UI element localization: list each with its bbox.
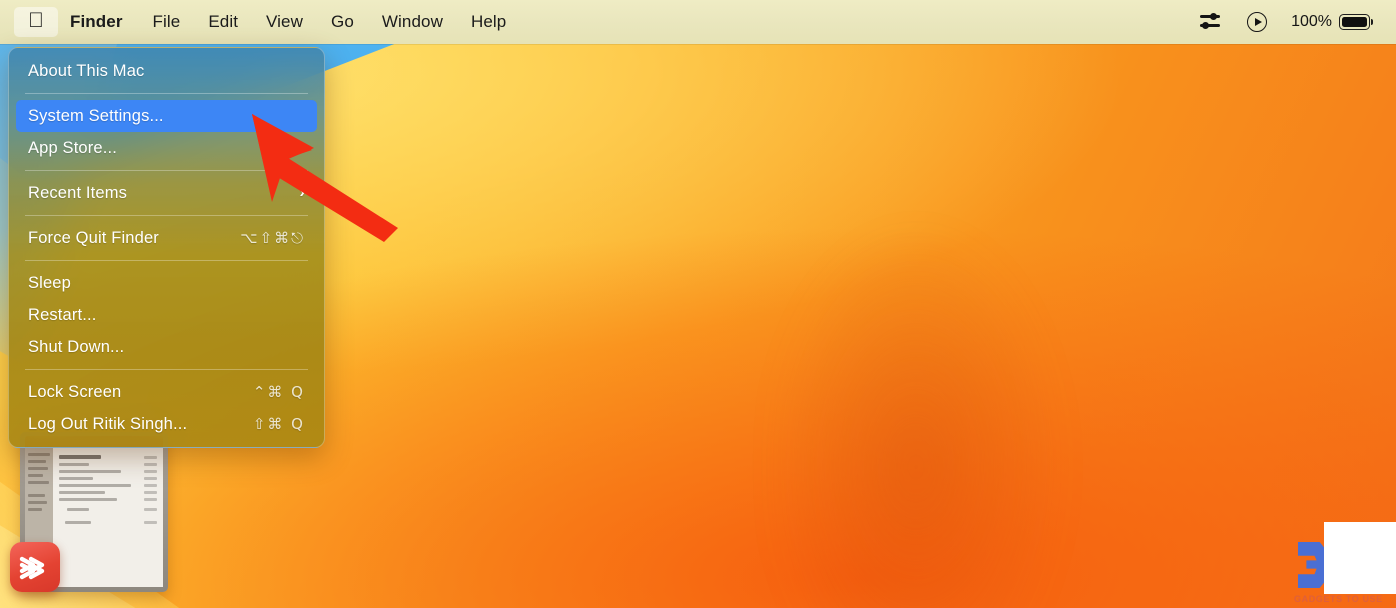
battery-status-button[interactable]: 100% <box>1279 7 1382 37</box>
menu-bar-left:  Finder File Edit View Go Window Help <box>0 0 520 44</box>
menu-separator <box>25 369 308 370</box>
menu-item-label: Sleep <box>28 273 71 292</box>
menu-bar-item-window[interactable]: Window <box>368 7 457 37</box>
now-playing-button[interactable] <box>1235 7 1279 37</box>
menu-bar-item-view[interactable]: View <box>252 7 317 37</box>
menu-bar-item-go[interactable]: Go <box>317 7 368 37</box>
menu-item-label: Force Quit Finder <box>28 228 159 247</box>
menu-bar-item-finder[interactable]: Finder <box>60 7 139 37</box>
menu-item-shortcut: ⌃⌘ Q <box>252 383 305 401</box>
menu-separator <box>25 93 308 94</box>
apple-logo-icon:  <box>28 10 44 31</box>
menu-separator <box>25 170 308 171</box>
menu-item-label: About This Mac <box>28 61 145 80</box>
menu-item-shortcut: ⇧⌘ Q <box>252 415 305 433</box>
menu-bar-item-help[interactable]: Help <box>457 7 520 37</box>
watermark-text: GADGETS TO USE <box>1294 594 1383 604</box>
battery-full-icon <box>1339 14 1373 30</box>
now-playing-play-icon <box>1247 12 1268 32</box>
chevron-right-icon: › <box>299 184 305 201</box>
menu-item-label: Restart... <box>28 305 97 324</box>
menu-bar-item-file[interactable]: File <box>139 7 195 37</box>
menu-item-sleep[interactable]: Sleep <box>16 267 317 299</box>
preview-content <box>53 448 163 587</box>
apple-dropdown-menu: About This Mac System Settings... App St… <box>8 47 325 448</box>
watermark-white-cover <box>1324 522 1396 594</box>
menu-bar:  Finder File Edit View Go Window Help 1… <box>0 0 1396 44</box>
menu-item-shortcut: ⌥⇧⌘⎋ <box>240 229 305 247</box>
menu-item-recent-items[interactable]: Recent Items › <box>16 177 317 209</box>
menu-item-label: App Store... <box>28 138 117 157</box>
menu-item-log-out[interactable]: Log Out Ritik Singh... ⇧⌘ Q <box>16 408 317 440</box>
apple-menu-button[interactable]:  <box>14 7 58 37</box>
control-center-icon <box>1197 11 1223 33</box>
menu-item-lock-screen[interactable]: Lock Screen ⌃⌘ Q <box>16 376 317 408</box>
menu-item-label: Lock Screen <box>28 382 122 401</box>
menu-item-shut-down[interactable]: Shut Down... <box>16 331 317 363</box>
menu-item-label: Recent Items <box>28 183 128 202</box>
menu-item-system-settings[interactable]: System Settings... <box>16 100 317 132</box>
menu-item-restart[interactable]: Restart... <box>16 299 317 331</box>
menu-item-label: Shut Down... <box>28 337 125 356</box>
battery-percent-label: 100% <box>1291 13 1332 30</box>
menu-separator <box>25 260 308 261</box>
menu-bar-item-edit[interactable]: Edit <box>194 7 252 37</box>
control-center-button[interactable] <box>1185 7 1235 37</box>
menu-bar-status-area: 100% <box>1185 7 1396 37</box>
watermark: GADGETS TO USE <box>1290 520 1396 608</box>
menu-item-about-this-mac[interactable]: About This Mac <box>16 55 317 87</box>
menu-item-label: Log Out Ritik Singh... <box>28 414 188 433</box>
wallpaper-shadow <box>781 182 1117 608</box>
menu-item-app-store[interactable]: App Store... <box>16 132 317 164</box>
menu-item-force-quit-finder[interactable]: Force Quit Finder ⌥⇧⌘⎋ <box>16 222 317 254</box>
todoist-app-icon[interactable] <box>10 542 60 592</box>
menu-separator <box>25 215 308 216</box>
menu-item-label: System Settings... <box>28 106 164 125</box>
